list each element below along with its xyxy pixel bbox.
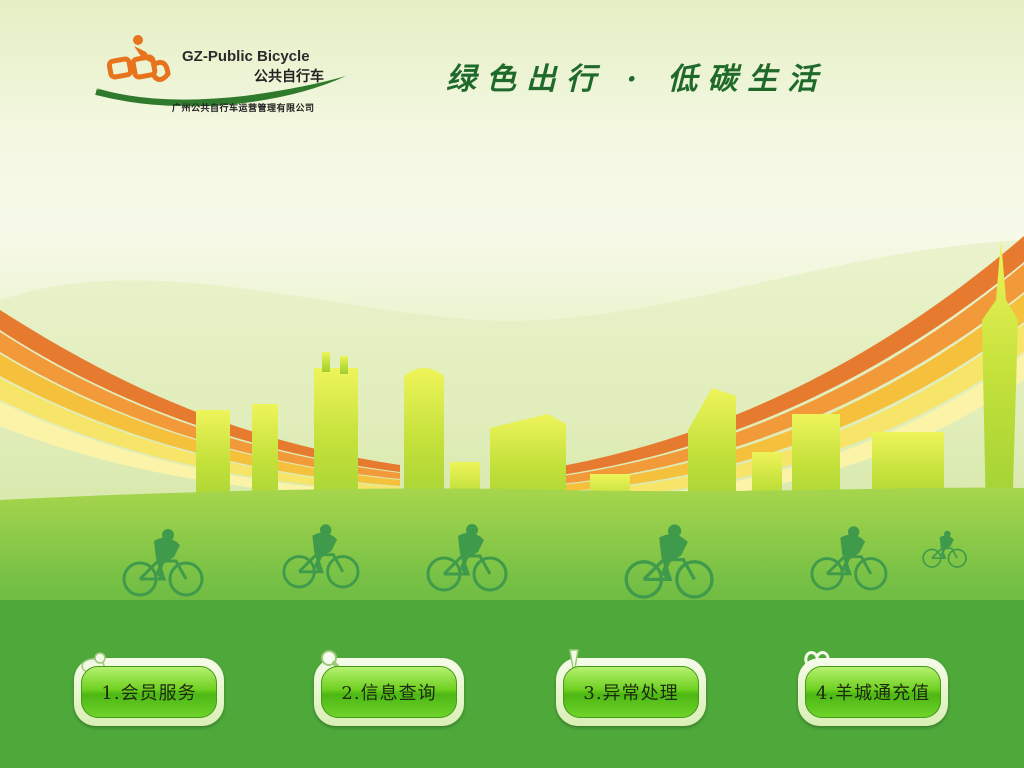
info-query-label: 2.信息查询 xyxy=(341,683,437,704)
member-service-label: 1.会员服务 xyxy=(101,683,197,704)
exception-handling-button-face[interactable]: 3.异常处理 xyxy=(563,666,699,718)
info-query-button-face[interactable]: 2.信息查询 xyxy=(321,666,457,718)
gz-public-bicycle-logo: GZ-Public Bicycle 公共自行车 广州公共自行车运营管理有限公司 xyxy=(94,30,354,116)
member-service-button[interactable]: 1.会员服务 xyxy=(74,652,224,726)
kiosk-screen: GZ-Public Bicycle 公共自行车 广州公共自行车运营管理有限公司 … xyxy=(0,0,1024,768)
logo-title: GZ-Public Bicycle xyxy=(182,48,310,65)
exception-handling-label: 3.异常处理 xyxy=(583,683,679,704)
logo-subtitle: 公共自行车 xyxy=(254,69,324,85)
yangchengtong-topup-button[interactable]: 4.羊城通充值 xyxy=(798,651,948,726)
yangchengtong-topup-label: 4.羊城通充值 xyxy=(815,683,931,704)
member-service-button-face[interactable]: 1.会员服务 xyxy=(81,666,217,718)
company-name: 广州公共自行车运营管理有限公司 xyxy=(172,104,315,114)
yangchengtong-topup-button-face[interactable]: 4.羊城通充值 xyxy=(805,666,941,718)
info-query-button[interactable]: 2.信息查询 xyxy=(314,650,464,726)
exception-handling-button[interactable]: 3.异常处理 xyxy=(556,649,706,726)
slogan: 绿色出行 · 低碳生活 xyxy=(446,62,828,97)
